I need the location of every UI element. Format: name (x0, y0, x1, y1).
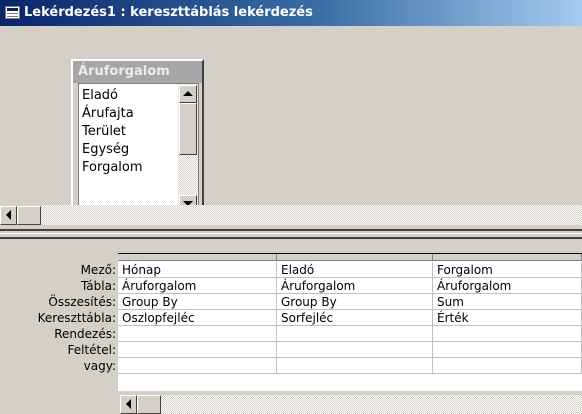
grid-cell[interactable] (433, 358, 582, 374)
design-grid-pane: Mező: Tábla: Összesítés: Kereszttábla: R… (0, 239, 582, 414)
row-label-criteria: Feltétel: (67, 343, 116, 357)
query-design-grid[interactable]: Hónap Áruforgalom Group By Oszlopfejléc … (118, 253, 582, 391)
grid-cell[interactable]: Áruforgalom (433, 278, 582, 294)
window-title: Lekérdezés1 : kereszttáblás lekérdezés (24, 5, 313, 20)
column-selector[interactable] (118, 254, 277, 261)
row-label-table: Tábla: (80, 279, 116, 293)
grid-cell[interactable] (277, 358, 433, 374)
grid-cell[interactable]: Group By (118, 294, 277, 310)
grid-cell[interactable] (277, 326, 433, 342)
query-design-window: Lekérdezés1 : kereszttáblás lekérdezés Á… (0, 0, 582, 414)
grid-cell[interactable]: Group By (277, 294, 433, 310)
scroll-up-button[interactable] (179, 85, 197, 103)
row-label-sort: Rendezés: (54, 327, 116, 341)
field-item[interactable]: Terület (82, 123, 126, 141)
upper-horizontal-scrollbar[interactable] (41, 205, 582, 225)
title-bar[interactable]: Lekérdezés1 : kereszttáblás lekérdezés (0, 0, 582, 26)
field-item[interactable]: Forgalom (82, 159, 143, 177)
arrow-up-icon (183, 91, 193, 96)
row-label-crosstab: Kereszttábla: (37, 311, 116, 325)
grid-cell[interactable] (118, 358, 277, 374)
grid-cell[interactable]: Érték (433, 310, 582, 326)
grid-cell[interactable]: Oszlopfejléc (118, 310, 277, 326)
grid-scroll-left-button[interactable] (120, 395, 137, 414)
horizontal-scroll-thumb[interactable] (17, 206, 41, 225)
grid-cell[interactable] (277, 342, 433, 358)
field-item[interactable]: Árufajta (82, 105, 134, 123)
grid-cell[interactable]: Hónap (118, 262, 277, 278)
scroll-thumb[interactable] (179, 103, 197, 155)
grid-cell[interactable]: Forgalom (433, 262, 582, 278)
row-label-field: Mező: (80, 263, 116, 277)
row-label-or: vagy: (83, 359, 116, 373)
column-selector[interactable] (433, 254, 582, 261)
grid-cell[interactable]: Sum (433, 294, 582, 310)
arrow-left-icon (6, 210, 11, 220)
row-label-total: Összesítés: (48, 295, 116, 309)
field-item[interactable]: Eladó (82, 87, 118, 105)
field-list-scrollbar[interactable] (178, 84, 198, 214)
grid-cell[interactable]: Áruforgalom (118, 278, 277, 294)
grid-cell[interactable]: Eladó (277, 262, 433, 278)
column-selector[interactable] (277, 254, 433, 261)
table-caption[interactable]: Áruforgalom (73, 61, 202, 83)
table-pane: Áruforgalom Eladó Árufajta Terület Egysé… (0, 26, 582, 229)
field-list[interactable]: Eladó Árufajta Terület Egység Forgalom (78, 83, 199, 215)
table-field-list[interactable]: Áruforgalom Eladó Árufajta Terület Egysé… (71, 59, 204, 219)
query-icon[interactable] (5, 6, 20, 19)
grid-horizontal-scrollbar[interactable] (161, 395, 582, 414)
grid-cell[interactable] (433, 326, 582, 342)
grid-cell[interactable] (118, 326, 277, 342)
grid-cell[interactable] (118, 342, 277, 358)
grid-cell[interactable]: Áruforgalom (277, 278, 433, 294)
field-item[interactable]: Egység (82, 141, 129, 159)
grid-cell[interactable]: Sorfejléc (277, 310, 433, 326)
grid-horizontal-scroll-thumb[interactable] (137, 395, 161, 414)
grid-cell[interactable] (433, 342, 582, 358)
arrow-left-icon (126, 399, 131, 409)
pane-splitter[interactable] (0, 229, 582, 239)
scroll-left-button[interactable] (0, 206, 17, 225)
